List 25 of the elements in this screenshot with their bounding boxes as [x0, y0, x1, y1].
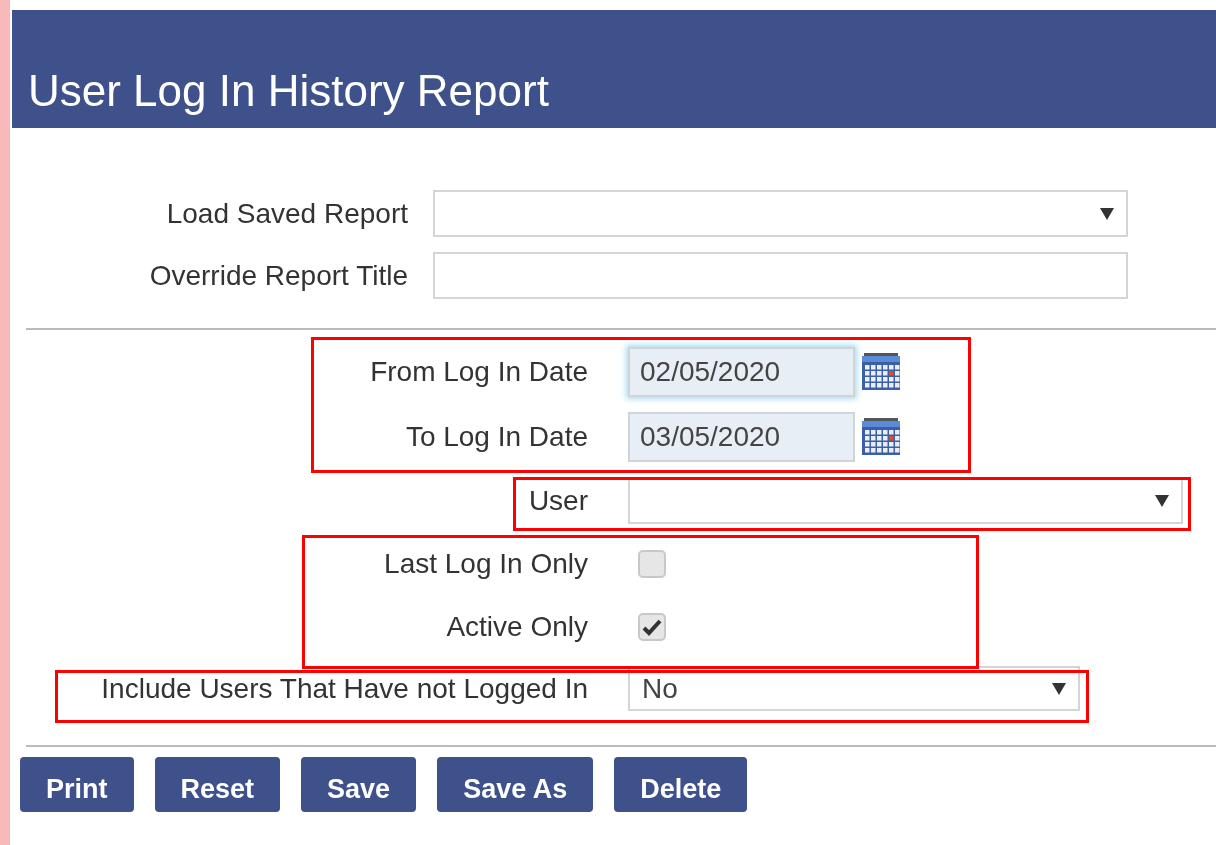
field-label: Last Log In Only	[383, 548, 588, 580]
action-button[interactable]: Print	[20, 757, 134, 812]
action-button[interactable]: Reset	[154, 757, 281, 812]
date-field[interactable]: 03/05/2020	[628, 412, 855, 462]
date-field[interactable]: 02/05/2020	[628, 347, 855, 397]
caret-icon	[1052, 682, 1066, 695]
calendar-icon[interactable]	[861, 418, 901, 456]
field-label: To Log In Date	[404, 421, 588, 453]
caret-icon	[1100, 207, 1114, 220]
action-button[interactable]: Save	[301, 757, 417, 812]
action-button[interactable]: Save As	[437, 757, 594, 812]
page-title: User Log In History Report	[28, 66, 549, 116]
checkbox[interactable]	[638, 613, 666, 641]
dropdown[interactable]	[628, 477, 1183, 524]
field-label: User	[527, 484, 588, 517]
text-field[interactable]	[433, 252, 1128, 299]
field-label: From Log In Date	[369, 356, 588, 388]
action-button[interactable]: Delete	[614, 757, 748, 812]
field-label: Load Saved Report	[165, 197, 408, 230]
field-label: Override Report Title	[148, 259, 408, 292]
field-label: Include Users That Have not Logged In	[100, 672, 588, 705]
checkbox[interactable]	[638, 550, 666, 578]
caret-icon	[1155, 494, 1169, 507]
field-label: Active Only	[445, 611, 588, 643]
calendar-icon[interactable]	[861, 353, 901, 391]
